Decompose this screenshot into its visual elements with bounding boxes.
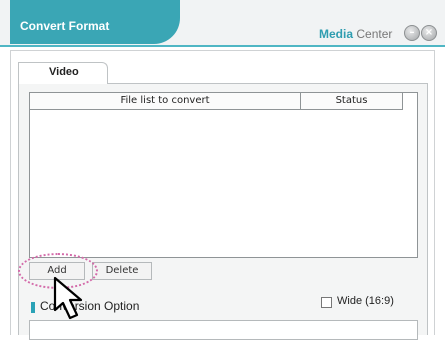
brand-rest: Center — [353, 27, 393, 41]
tab-video-label: Video — [49, 66, 79, 78]
brand-strong: Media — [319, 27, 354, 41]
tab-video[interactable]: Video — [18, 62, 108, 84]
minimize-icon[interactable]: – — [404, 25, 420, 41]
close-icon[interactable]: × — [421, 25, 437, 41]
brand-logo: Media Center — [319, 27, 392, 41]
conversion-option-box — [29, 320, 418, 340]
wide-checkbox[interactable] — [321, 297, 332, 308]
title-divider — [0, 45, 445, 47]
section-marker — [31, 302, 35, 313]
wide-checkbox-label[interactable]: Wide (16:9) — [337, 295, 394, 307]
column-header-status[interactable]: Status — [301, 93, 403, 110]
column-header-file-list[interactable]: File list to convert — [30, 93, 301, 110]
delete-button[interactable]: Delete — [92, 262, 152, 280]
file-list-table[interactable]: File list to convert Status — [29, 92, 418, 258]
arrow-cursor-icon — [53, 276, 83, 320]
window-title: Convert Format — [20, 19, 110, 33]
